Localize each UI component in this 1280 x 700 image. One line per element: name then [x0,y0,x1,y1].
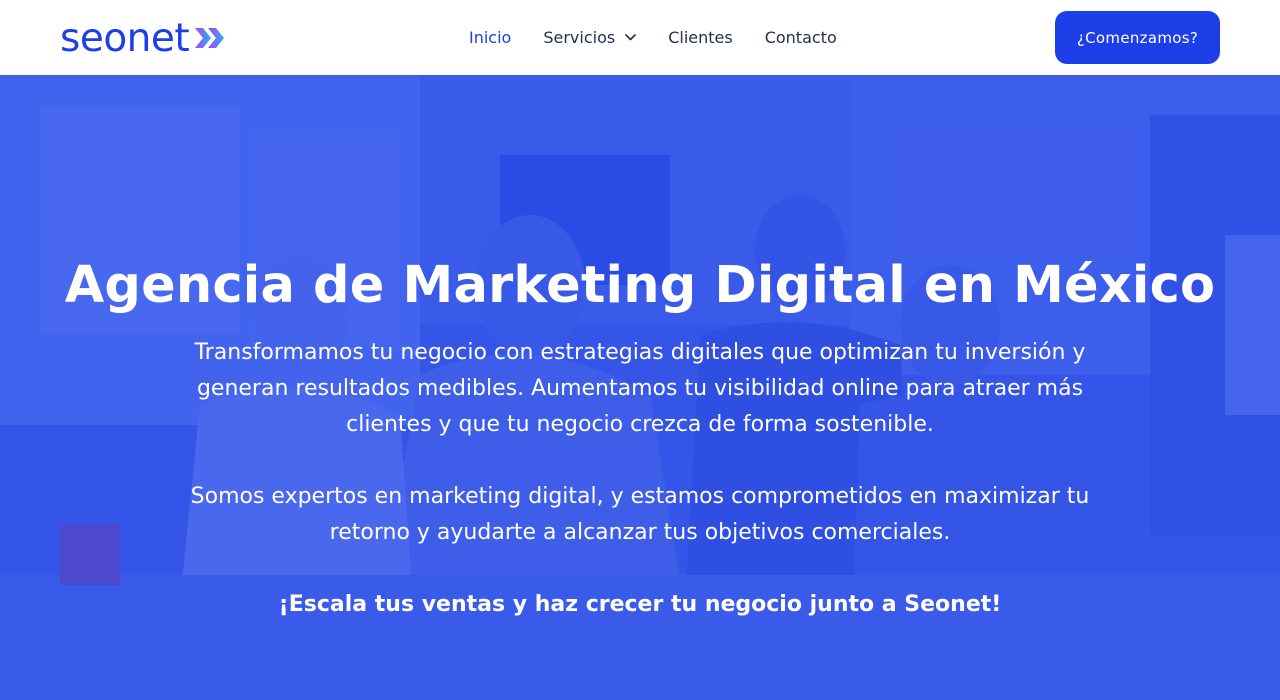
hero-title: Agencia de Marketing Digital en México [64,256,1216,315]
nav-item-label: Inicio [469,28,512,47]
nav-item-servicios[interactable]: Servicios [527,28,652,47]
nav-item-clientes[interactable]: Clientes [652,28,749,47]
hero-paragraph-experts: Somos expertos en marketing digital, y e… [190,484,1090,545]
chevron-down-icon [625,34,637,41]
hero-tagline: ¡Escala tus ventas y haz crecer tu negoc… [278,592,1002,617]
main-nav: Inicio Servicios Clientes Contacto [453,0,853,75]
logo-wordmark: seonet [60,15,190,61]
hero-content: Agencia de Marketing Digital en México T… [0,75,1280,700]
nav-item-inicio[interactable]: Inicio [453,28,527,47]
logo[interactable]: seonet [60,16,227,60]
nav-item-label: Clientes [668,28,733,47]
comenzamos-button[interactable]: ¿Comenzamos? [1055,11,1220,64]
nav-item-contacto[interactable]: Contacto [749,28,853,47]
hero-paragraph-intro: Transformamos tu negocio con estrategias… [194,340,1086,437]
nav-item-label: Contacto [764,28,837,47]
double-chevron-right-icon [193,25,227,51]
nav-item-label: Servicios [543,28,616,47]
site-header: seonet Inicio Servicios Clientes Contact… [0,0,1280,75]
hero-section: Agencia de Marketing Digital en México T… [0,75,1280,700]
